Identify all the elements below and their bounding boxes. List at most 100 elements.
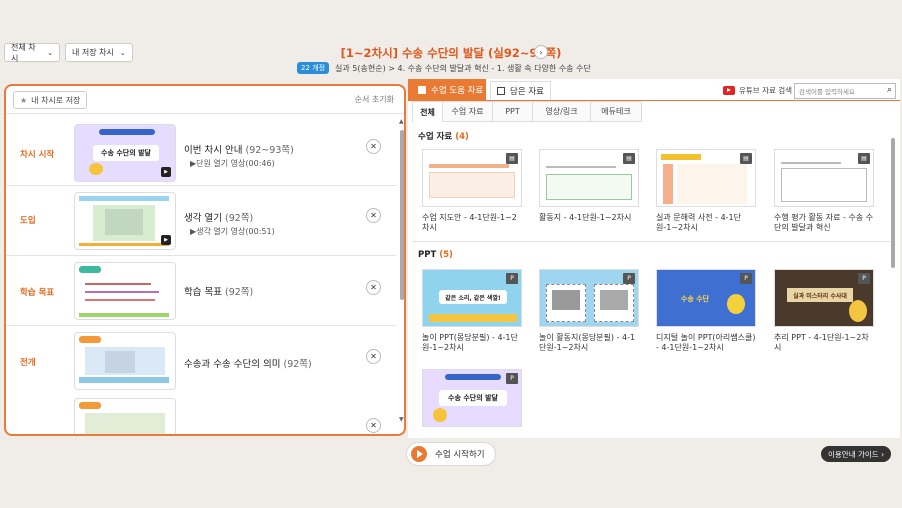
search-placeholder: 검색어를 입력하세요 (799, 88, 855, 96)
material-thumbnail[interactable]: ▤ (539, 149, 639, 207)
document-icon: ▤ (623, 153, 635, 164)
start-lesson-button[interactable]: 수업 시작하기 (406, 442, 496, 466)
play-icon (411, 446, 427, 462)
section-materials-count: (4) (455, 132, 469, 142)
left-scrollbar[interactable]: ▲ ▼ (399, 114, 404, 434)
lesson-page: (92쪽) (225, 213, 254, 224)
lesson-title: [1~2차시] 수송 수단의 발달 (실92~93쪽) (340, 46, 562, 60)
lesson-row: 도입 ▶ 생각 열기 (92쪽) ▶생각 열기 영상(00:51) ✕ (6, 186, 396, 256)
curriculum-badge: 22 개정 (297, 62, 330, 74)
remove-button[interactable]: ✕ (366, 349, 381, 364)
stage-label: 도입 (20, 216, 36, 226)
next-lesson-button[interactable]: › (534, 45, 548, 59)
subtab-all[interactable]: 전체 (412, 101, 442, 122)
lesson-title[interactable]: 수송과 수송 수단의 의미 (92쪽) (184, 356, 312, 370)
subtab-edutech[interactable]: 에듀테크 (590, 101, 642, 122)
play-icon: ▶ (161, 167, 171, 177)
document-icon (418, 85, 426, 94)
lesson-thumbnail[interactable]: ▶ (74, 192, 176, 250)
search-icon[interactable]: ⌕ (887, 85, 892, 95)
materials-panel: 수업 도움 자료 담은 자료 유튜브 자료 검색 검색어를 입력하세요 ⌕ 전체… (408, 79, 900, 438)
scroll-thumb[interactable] (891, 138, 895, 268)
lesson-title-text: 생각 열기 (184, 213, 222, 224)
material-label: 활동지 - 4-1단원-1~2차시 (539, 213, 632, 222)
ppt-thumbnail-text: 실과 미스터리 수사대 (787, 288, 853, 302)
material-card[interactable]: ▤ 수업 지도안 - 4-1단원-1~2차시 (422, 149, 522, 233)
play-icon: ▶ (161, 235, 171, 245)
lesson-flow-header: ★ 내 차시로 저장 순서 초기화 (6, 86, 404, 114)
lesson-title-text: 학습 목표 (184, 287, 222, 298)
ppt-thumbnail[interactable]: P (539, 269, 639, 327)
lesson-thumbnail[interactable] (74, 398, 176, 434)
usage-guide-button[interactable]: 이용안내 가이드 › (821, 446, 892, 462)
lesson-title-text: 수송과 수송 수단의 의미 (184, 359, 281, 370)
start-lesson-label: 수업 시작하기 (435, 450, 485, 460)
lesson-video-link[interactable]: ▶생각 열기 영상(00:51) (190, 226, 275, 237)
tab-saved-materials[interactable]: 담은 자료 (490, 81, 551, 100)
remove-button[interactable]: ✕ (366, 418, 381, 433)
stage-label: 학습 목표 (20, 288, 55, 298)
ppt-thumbnail[interactable]: 실과 미스터리 수사대 P (774, 269, 874, 327)
download-icon (497, 87, 505, 95)
ppt-icon: P (623, 273, 635, 284)
lesson-row: 전개 수송과 수송 수단의 의미 (92쪽) ✕ ✕ (6, 326, 396, 434)
subtab-video-link[interactable]: 영상/링크 (532, 101, 590, 122)
ppt-thumbnail[interactable]: 같은 소리, 같은 색깔! P (422, 269, 522, 327)
lesson-title-text: 이번 차시 안내 (184, 145, 243, 156)
document-icon: ▤ (858, 153, 870, 164)
ppt-icon: P (506, 273, 518, 284)
subtab-ppt[interactable]: PPT (492, 101, 532, 122)
scroll-up-icon[interactable]: ▲ (399, 118, 404, 125)
right-scrollbar[interactable] (890, 134, 896, 424)
material-thumbnail[interactable]: ▤ (774, 149, 874, 207)
section-title-materials: 수업 자료 (4) (418, 130, 469, 142)
document-icon: ▤ (506, 153, 518, 164)
material-card[interactable]: ▤ 활동지 - 4-1단원-1~2차시 (539, 149, 639, 223)
close-icon: ✕ (370, 142, 377, 151)
remove-button[interactable]: ✕ (366, 139, 381, 154)
ppt-label: 추리 PPT - 4-1단원-1~2차시 (774, 333, 869, 352)
ppt-label: 놀이 PPT(몽당분필) - 4-1단원-1~2차시 (422, 333, 518, 352)
save-to-my-lessons-button[interactable]: ★ 내 차시로 저장 (13, 91, 88, 109)
lesson-thumbnail[interactable] (74, 332, 176, 390)
ppt-thumbnail[interactable]: 수송 수단의 발달 P (422, 369, 522, 427)
ppt-card[interactable]: P 놀이 활동지(몽당분필) - 4-1단원-1~2차시 (539, 269, 639, 353)
star-icon: ★ (20, 95, 28, 105)
section-ppt-count: (5) (439, 250, 453, 260)
document-icon: ▤ (740, 153, 752, 164)
ppt-card[interactable]: 실과 미스터리 수사대 P 추리 PPT - 4-1단원-1~2차시 (774, 269, 874, 353)
breadcrumb: 22 개정 실과 5(송현순) > 4. 수송 수단의 발달과 혁신 - 1. … (297, 62, 591, 74)
ppt-thumbnail[interactable]: 수송 수단 P (656, 269, 756, 327)
lesson-page: (92쪽) (225, 287, 254, 298)
material-card[interactable]: ▤ 실과 문해력 사전 - 4-1단원-1~2차시 (656, 149, 756, 233)
ppt-card[interactable]: 같은 소리, 같은 색깔! P 놀이 PPT(몽당분필) - 4-1단원-1~2… (422, 269, 522, 353)
lesson-thumbnail[interactable] (74, 262, 176, 320)
remove-button[interactable]: ✕ (366, 280, 381, 295)
ppt-card[interactable]: 수송 수단 P 디지털 놀이 PPT(아리쌤스쿨) - 4-1단원-1~2차시 (656, 269, 756, 353)
section-divider (412, 241, 890, 242)
stage-label: 차시 시작 (20, 150, 55, 160)
lesson-video-link[interactable]: ▶단원 열기 영상(00:46) (190, 158, 275, 169)
close-icon: ✕ (370, 211, 377, 220)
lesson-title[interactable]: 학습 목표 (92쪽) (184, 284, 253, 298)
ppt-icon: P (740, 273, 752, 284)
lesson-title[interactable]: 생각 열기 (92쪽) (184, 210, 253, 224)
material-card[interactable]: ▤ 수행 평가 활동 자료 - 수송 수단의 발달과 혁신 (774, 149, 874, 233)
remove-button[interactable]: ✕ (366, 208, 381, 223)
subtab-lesson-materials[interactable]: 수업 자료 (442, 101, 492, 122)
search-input[interactable]: 검색어를 입력하세요 ⌕ (794, 83, 896, 99)
scroll-thumb[interactable] (400, 130, 404, 300)
tab-lesson-materials-label: 수업 도움 자료 (431, 85, 484, 96)
lesson-flow-panel: ★ 내 차시로 저장 순서 초기화 차시 시작 수송 수단의 발달 ▶ 이번 차… (4, 84, 406, 436)
lesson-thumbnail[interactable]: 수송 수단의 발달 ▶ (74, 124, 176, 182)
lesson-title[interactable]: 이번 차시 안내 (92~93쪽) (184, 142, 294, 156)
material-label: 수업 지도안 - 4-1단원-1~2차시 (422, 213, 517, 232)
ppt-card[interactable]: 수송 수단의 발달 P (422, 369, 522, 427)
ppt-label: 놀이 활동지(몽당분필) - 4-1단원-1~2차시 (539, 333, 636, 352)
reset-order-link[interactable]: 순서 초기화 (355, 94, 394, 105)
material-thumbnail[interactable]: ▤ (422, 149, 522, 207)
material-thumbnail[interactable]: ▤ (656, 149, 756, 207)
scroll-down-icon[interactable]: ▼ (399, 416, 404, 423)
tab-lesson-materials[interactable]: 수업 도움 자료 (408, 79, 486, 100)
chevron-right-icon: › (539, 47, 543, 57)
